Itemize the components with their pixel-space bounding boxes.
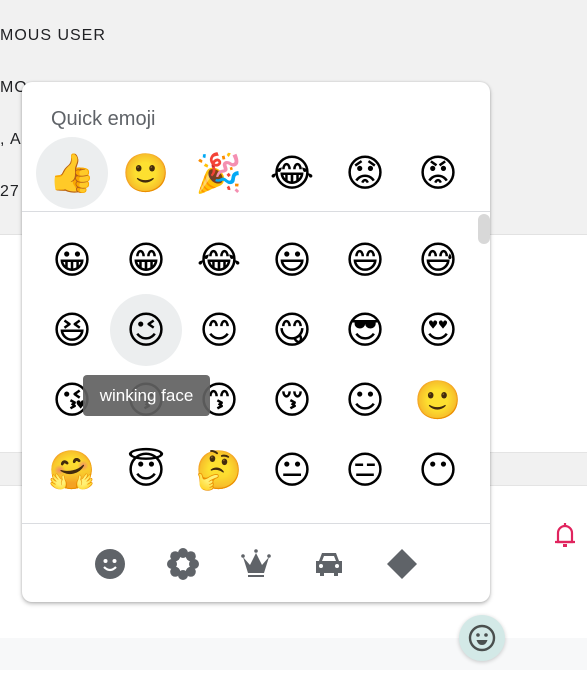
emoji-button[interactable]: 😐 <box>256 434 328 506</box>
emoji-button[interactable]: 🤗 <box>36 434 108 506</box>
category-nature[interactable] <box>165 546 201 582</box>
emoji-button[interactable]: 🙂 <box>402 364 474 436</box>
emoji-button[interactable]: 😄 <box>329 224 401 296</box>
quick-emoji-button[interactable]: 😡 <box>402 137 474 209</box>
emoji-button[interactable]: 😑 <box>329 434 401 506</box>
emoji-button[interactable]: 😊 <box>183 294 255 366</box>
emoji-button[interactable]: 😆 <box>36 294 108 366</box>
flower-icon <box>167 548 199 580</box>
emoji-button[interactable]: 😍 <box>402 294 474 366</box>
emoji-button[interactable]: 😃 <box>256 224 328 296</box>
emoji-tooltip: winking face <box>83 375 210 416</box>
bell-icon[interactable] <box>554 522 576 548</box>
emoji-button[interactable]: 😶 <box>402 434 474 506</box>
emoji-toggle-button[interactable] <box>459 615 505 661</box>
category-travel[interactable] <box>311 546 347 582</box>
emoji-button[interactable]: ☺ <box>329 364 401 436</box>
emoji-picker: Quick emoji 👍🙂🎉😂😟😡 😀😁😂😃😄😅😆😉😊😋😎😍😘😗😙😚☺🙂🤗😇🤔… <box>22 82 490 602</box>
smiley-icon <box>95 549 125 579</box>
emoji-button[interactable]: 🤔 <box>183 434 255 506</box>
quick-emoji-title: Quick emoji <box>51 108 156 130</box>
category-smileys[interactable] <box>92 546 128 582</box>
category-bar <box>22 524 490 602</box>
quick-emoji-button[interactable]: 🎉 <box>183 137 255 209</box>
diamond-icon <box>387 549 417 579</box>
category-symbols[interactable] <box>384 546 420 582</box>
emoji-button[interactable]: 😁 <box>110 224 182 296</box>
background-text-line: 27 <box>0 183 20 200</box>
emoji-button[interactable]: 😅 <box>402 224 474 296</box>
quick-emoji-button[interactable]: 🙂 <box>110 137 182 209</box>
emoji-button[interactable]: 😂 <box>183 224 255 296</box>
quick-emoji-button[interactable]: 😟 <box>329 137 401 209</box>
quick-emoji-button[interactable]: 😂 <box>256 137 328 209</box>
quick-emoji-row: 👍 🙂 🎉 😂 😟 😡 <box>36 137 476 209</box>
emoji-button[interactable]: 😚 <box>256 364 328 436</box>
emoji-button[interactable]: 😇 <box>110 434 182 506</box>
car-icon <box>316 553 342 576</box>
background-text-line: , A <box>0 131 22 148</box>
smiley-icon <box>468 624 496 652</box>
quick-emoji-button[interactable]: 👍 <box>36 137 108 209</box>
background-user-label: MOUS USER <box>0 27 106 44</box>
emoji-button[interactable]: 😎 <box>329 294 401 366</box>
emoji-button[interactable]: 😋 <box>256 294 328 366</box>
emoji-grid: 😀😁😂😃😄😅😆😉😊😋😎😍😘😗😙😚☺🙂🤗😇🤔😐😑😶 <box>22 212 490 523</box>
emoji-button[interactable]: 😀 <box>36 224 108 296</box>
crown-icon <box>241 549 271 577</box>
emoji-button[interactable]: 😉 <box>110 294 182 366</box>
scrollbar-thumb[interactable] <box>478 214 490 244</box>
category-objects[interactable] <box>238 546 274 582</box>
